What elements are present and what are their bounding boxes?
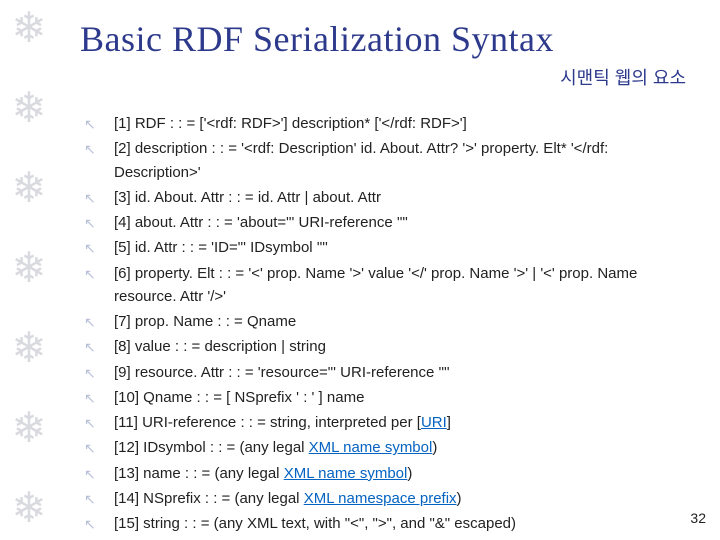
snowflake-icon: ❄ xyxy=(11,328,46,370)
reference-link[interactable]: URI xyxy=(421,414,447,431)
page-number: 32 xyxy=(690,510,706,526)
bullet-icon: ↖ xyxy=(84,464,96,486)
grammar-rule: ↖ [14] NSprefix : : = (any legal XML name… xyxy=(84,487,692,510)
bullet-icon: ↖ xyxy=(84,238,96,260)
subtitle: 시맨틱 웹의 요소 xyxy=(80,64,686,90)
rule-text: ) xyxy=(432,439,437,456)
rule-text: [15] string : : = (any XML text, with "<… xyxy=(114,515,516,532)
grammar-rule: ↖ [4] about. Attr : : = 'about="' URI-ref… xyxy=(84,211,692,234)
bullet-icon: ↖ xyxy=(84,337,96,359)
rule-text: [9] resource. Attr : : = 'resource="' UR… xyxy=(114,364,450,381)
bullet-icon: ↖ xyxy=(84,139,96,161)
rule-text: [2] description : : = '<rdf: Description… xyxy=(114,140,608,180)
bullet-icon: ↖ xyxy=(84,213,96,235)
grammar-rule: ↖ [12] IDsymbol : : = (any legal XML name… xyxy=(84,436,692,459)
grammar-rule: ↖ [8] value : : = description | string xyxy=(84,335,692,358)
grammar-rule: ↖ [15] string : : = (any XML text, with "… xyxy=(84,512,692,535)
reference-link[interactable]: XML name symbol xyxy=(284,465,408,482)
bullet-icon: ↖ xyxy=(84,312,96,334)
rule-text: [12] IDsymbol : : = (any legal xyxy=(114,439,309,456)
grammar-rule: ↖ [13] name : : = (any legal XML name sym… xyxy=(84,462,692,485)
bullet-icon: ↖ xyxy=(84,188,96,210)
rule-text: [11] URI-reference : : = string, interpr… xyxy=(114,414,421,431)
grammar-rule-list: ↖ [1] RDF : : = ['<rdf: RDF>'] descriptio… xyxy=(80,112,692,535)
grammar-rule: ↖ [3] id. About. Attr : : = id. Attr | ab… xyxy=(84,186,692,209)
page-title: Basic RDF Serialization Syntax xyxy=(80,18,692,60)
grammar-rule: ↖ [11] URI-reference : : = string, interp… xyxy=(84,411,692,434)
bullet-icon: ↖ xyxy=(84,489,96,511)
snowflake-icon: ❄ xyxy=(11,8,46,50)
rule-text: [4] about. Attr : : = 'about="' URI-refe… xyxy=(114,214,408,231)
rule-text: [6] property. Elt : : = '<' prop. Name '… xyxy=(114,265,637,305)
grammar-rule: ↖ [10] Qname : : = [ NSprefix ' : ' ] nam… xyxy=(84,386,692,409)
bullet-icon: ↖ xyxy=(84,438,96,460)
rule-text: [1] RDF : : = ['<rdf: RDF>'] description… xyxy=(114,115,467,132)
rule-text: [10] Qname : : = [ NSprefix ' : ' ] name xyxy=(114,389,364,406)
bullet-icon: ↖ xyxy=(84,413,96,435)
bullet-icon: ↖ xyxy=(84,114,96,136)
snowflake-icon: ❄ xyxy=(11,408,46,450)
rule-text: ) xyxy=(407,465,412,482)
rule-text: [14] NSprefix : : = (any legal xyxy=(114,490,304,507)
reference-link[interactable]: XML name symbol xyxy=(309,439,433,456)
rule-text: [3] id. About. Attr : : = id. Attr | abo… xyxy=(114,189,381,206)
slide: ❄ ❄ ❄ ❄ ❄ ❄ ❄ Basic RDF Serialization Sy… xyxy=(0,0,720,540)
rule-text: [5] id. Attr : : = 'ID="' IDsymbol '"' xyxy=(114,239,328,256)
snowflake-strip: ❄ ❄ ❄ ❄ ❄ ❄ ❄ xyxy=(0,0,58,540)
rule-text: [13] name : : = (any legal xyxy=(114,465,284,482)
grammar-rule: ↖ [5] id. Attr : : = 'ID="' IDsymbol '"' xyxy=(84,236,692,259)
rule-text: ) xyxy=(457,490,462,507)
bullet-icon: ↖ xyxy=(84,363,96,385)
snowflake-icon: ❄ xyxy=(11,88,46,130)
bullet-icon: ↖ xyxy=(84,388,96,410)
bullet-icon: ↖ xyxy=(84,514,96,536)
bullet-icon: ↖ xyxy=(84,264,96,286)
grammar-rule: ↖ [9] resource. Attr : : = 'resource="' U… xyxy=(84,361,692,384)
snowflake-icon: ❄ xyxy=(11,488,46,530)
rule-text: ] xyxy=(447,414,451,431)
reference-link[interactable]: XML namespace prefix xyxy=(304,490,457,507)
snowflake-icon: ❄ xyxy=(11,168,46,210)
grammar-rule: ↖ [2] description : : = '<rdf: Descriptio… xyxy=(84,137,692,184)
rule-text: [7] prop. Name : : = Qname xyxy=(114,313,296,330)
grammar-rule: ↖ [7] prop. Name : : = Qname xyxy=(84,310,692,333)
grammar-rule: ↖ [1] RDF : : = ['<rdf: RDF>'] descriptio… xyxy=(84,112,692,135)
snowflake-icon: ❄ xyxy=(11,248,46,290)
rule-text: [8] value : : = description | string xyxy=(114,338,326,355)
grammar-rule: ↖ [6] property. Elt : : = '<' prop. Name … xyxy=(84,262,692,309)
